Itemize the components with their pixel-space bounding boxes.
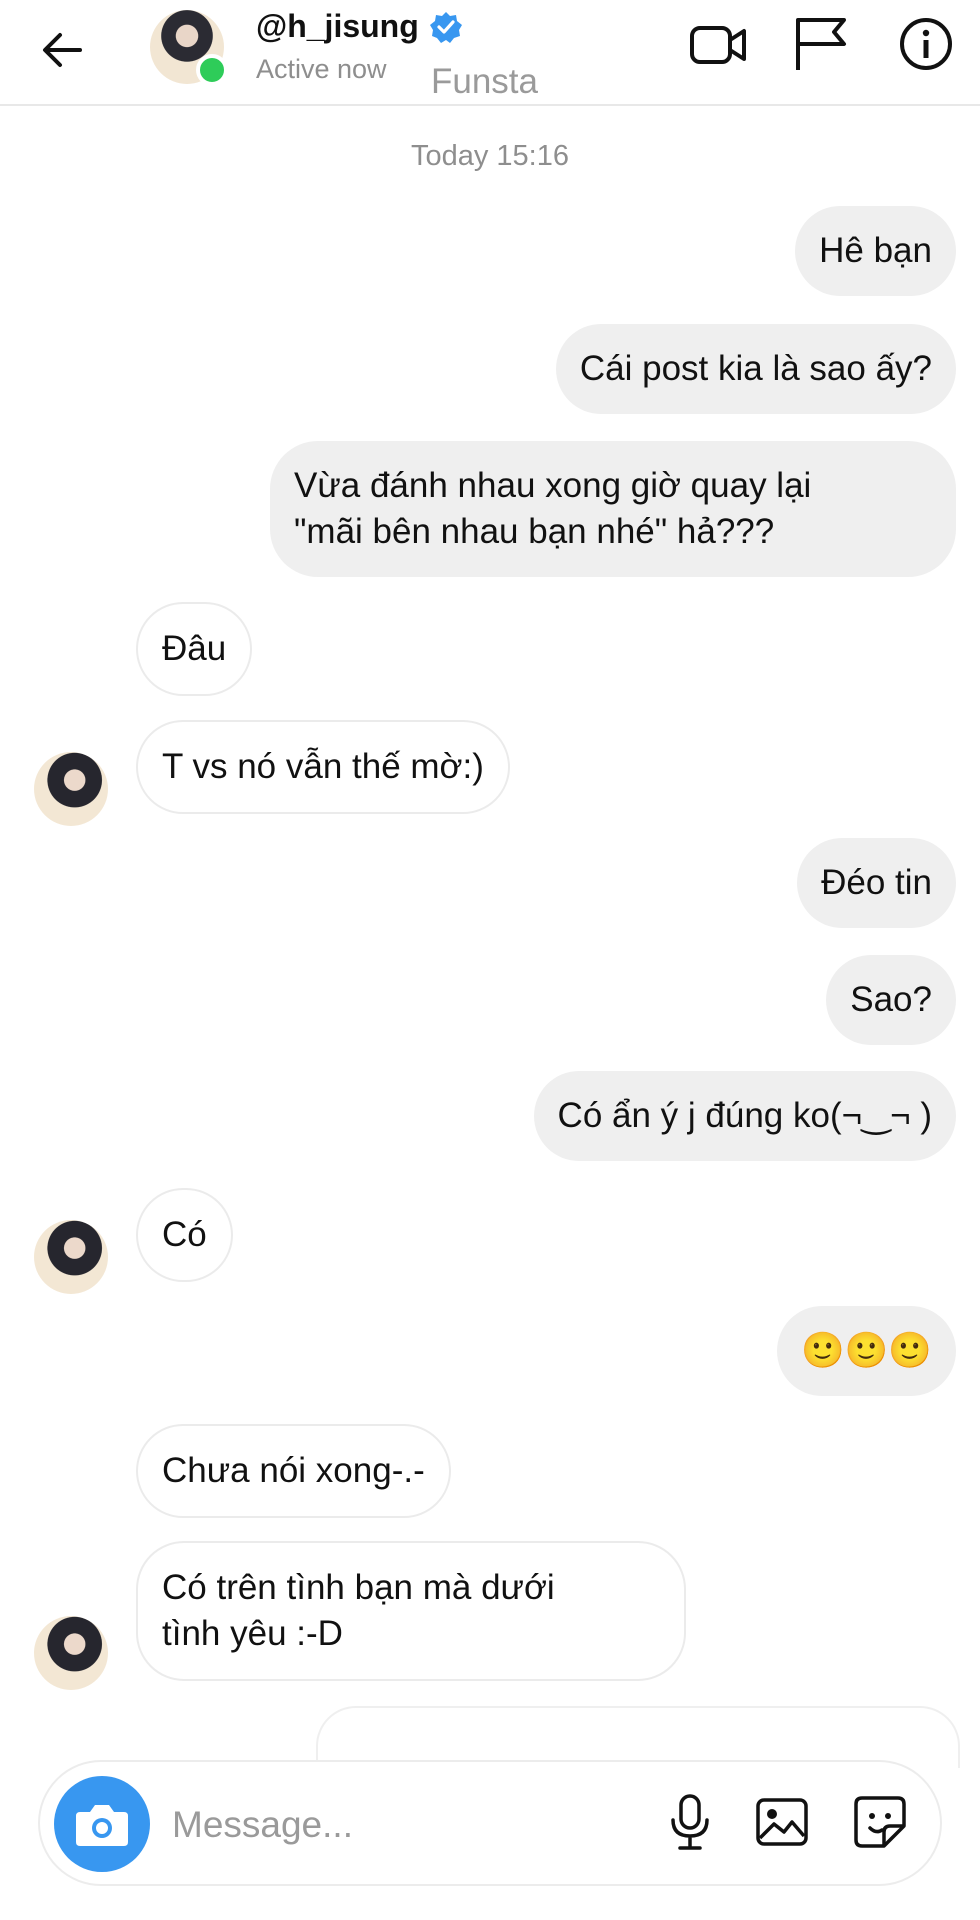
header-avatar[interactable]: [150, 10, 228, 86]
video-call-button[interactable]: [688, 14, 748, 74]
info-button[interactable]: [896, 14, 956, 74]
info-icon: [900, 18, 952, 70]
sender-avatar[interactable]: [34, 1220, 108, 1294]
message-incoming[interactable]: T vs nó vẫn thế mờ:): [136, 720, 510, 814]
video-call-icon: [690, 26, 746, 64]
message-input[interactable]: [170, 1796, 654, 1854]
chat-header: @h_jisung Active now Funsta: [0, 0, 980, 106]
voice-message-button[interactable]: [660, 1792, 720, 1852]
username[interactable]: @h_jisung: [256, 8, 463, 45]
flag-icon: [796, 18, 846, 70]
username-text: @h_jisung: [256, 8, 419, 44]
message-incoming[interactable]: Đâu: [136, 602, 253, 696]
sender-avatar[interactable]: [34, 1616, 108, 1690]
conversation-timestamp: Today 15:16: [410, 140, 569, 172]
camera-button[interactable]: [54, 1776, 150, 1872]
active-status: Active now: [256, 54, 387, 84]
partial-message-bubble: [316, 1706, 960, 1768]
microphone-icon: [671, 1794, 709, 1850]
subtitle-label: Funsta: [431, 62, 538, 101]
camera-icon: [76, 1805, 128, 1846]
back-button[interactable]: [34, 22, 90, 78]
message-outgoing[interactable]: Vừa đánh nhau xong giờ quay lại "mãi bên…: [270, 441, 956, 577]
message-outgoing[interactable]: Hê bạn: [795, 206, 956, 296]
message-outgoing[interactable]: Đéo tin: [797, 838, 956, 928]
message-incoming[interactable]: Có trên tình bạn mà dưới tình yêu :-D: [136, 1541, 686, 1681]
message-outgoing[interactable]: Cái post kia là sao ấy?: [555, 324, 956, 414]
gallery-button[interactable]: [752, 1792, 812, 1852]
sender-avatar[interactable]: [34, 752, 108, 826]
message-incoming[interactable]: Có: [136, 1188, 233, 1282]
message-incoming[interactable]: Chưa nói xong-.-: [136, 1424, 451, 1518]
back-arrow-icon: [43, 33, 82, 67]
sticker-icon: [854, 1796, 906, 1848]
verified-badge-icon: [429, 11, 462, 43]
online-indicator: [196, 54, 228, 86]
message-outgoing[interactable]: Sao?: [826, 955, 956, 1045]
report-button[interactable]: [790, 14, 850, 74]
message-outgoing-emoji[interactable]: 🙂🙂🙂: [777, 1306, 956, 1396]
gallery-icon: [756, 1798, 808, 1846]
sticker-button[interactable]: [850, 1792, 910, 1852]
message-composer: [38, 1760, 942, 1886]
message-outgoing[interactable]: Có ẩn ý j đúng ko(¬‿¬ ): [533, 1071, 956, 1161]
